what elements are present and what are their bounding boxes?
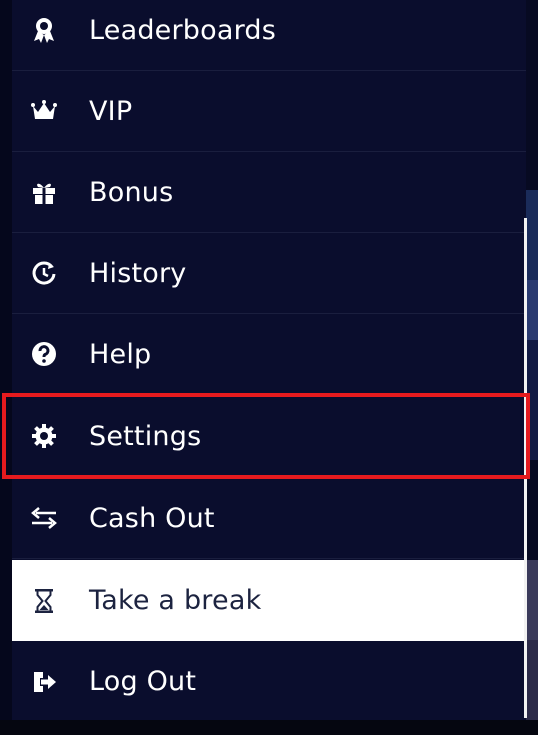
menu-item-history[interactable]: History: [12, 233, 526, 314]
gift-icon: [30, 178, 58, 206]
menu-item-log-out[interactable]: Log Out: [12, 641, 526, 722]
menu-item-label: VIP: [89, 95, 133, 127]
menu-item-label: Cash Out: [89, 502, 215, 534]
menu-item-label: Settings: [89, 420, 202, 452]
menu-item-cash-out[interactable]: Cash Out: [12, 478, 526, 559]
menu-item-label: History: [89, 257, 187, 289]
scrollbar[interactable]: [524, 218, 527, 718]
gear-icon: [30, 422, 58, 450]
menu-item-label: Help: [89, 338, 152, 370]
bottom-edge-background: [0, 720, 538, 735]
menu-item-leaderboards[interactable]: Leaderboards: [12, 0, 526, 71]
menu-item-take-a-break[interactable]: Take a break: [12, 560, 526, 641]
swap-arrows-icon: [30, 504, 58, 532]
menu-item-label: Bonus: [89, 176, 174, 208]
ribbon-badge-icon: [30, 16, 58, 44]
logout-icon: [30, 668, 58, 696]
menu-item-bonus[interactable]: Bonus: [12, 152, 526, 233]
left-edge-background: [0, 0, 12, 720]
menu-item-help[interactable]: Help: [12, 314, 526, 395]
hourglass-icon: [30, 587, 58, 615]
side-menu: Leaderboards VIP Bonus History Help Sett…: [12, 0, 527, 722]
menu-item-settings[interactable]: Settings: [12, 396, 526, 477]
menu-item-label: Take a break: [89, 585, 262, 616]
crown-icon: [30, 97, 58, 125]
menu-item-label: Log Out: [89, 666, 197, 697]
question-circle-icon: [30, 340, 58, 368]
history-icon: [30, 259, 58, 287]
menu-item-label: Leaderboards: [89, 14, 277, 46]
background-content-strip: [526, 0, 538, 720]
menu-item-vip[interactable]: VIP: [12, 71, 526, 152]
